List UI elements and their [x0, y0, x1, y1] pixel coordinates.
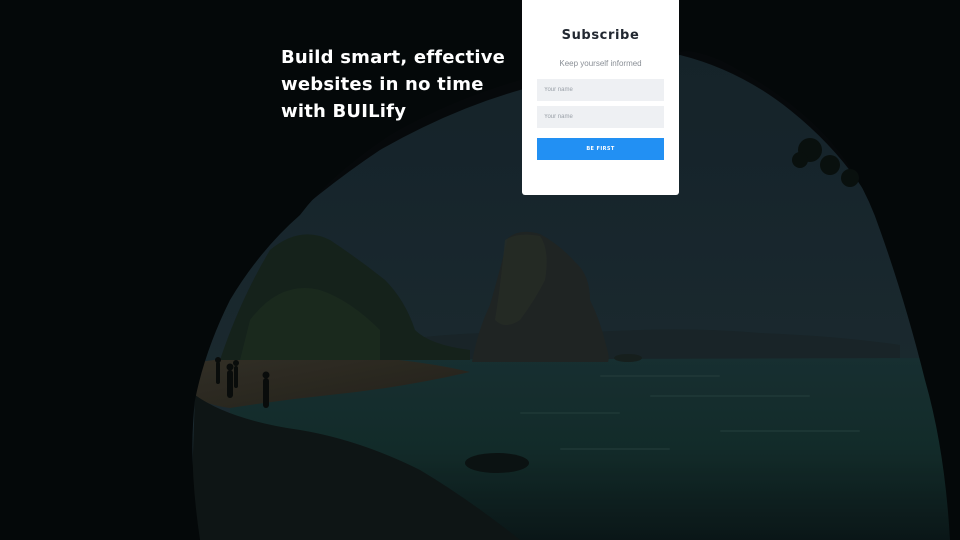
hero-headline: Build smart, effective websites in no ti…: [281, 47, 506, 122]
second-name-field[interactable]: [537, 106, 664, 128]
page: Build smart, effective websites in no ti…: [0, 0, 960, 540]
subscribe-subtitle: Keep yourself informed: [559, 59, 642, 68]
subscribe-card: Subscribe Keep yourself informed BE FIRS…: [522, 0, 679, 195]
subscribe-title: Subscribe: [561, 28, 640, 43]
name-field[interactable]: [537, 79, 664, 101]
be-first-button[interactable]: BE FIRST: [537, 138, 664, 160]
